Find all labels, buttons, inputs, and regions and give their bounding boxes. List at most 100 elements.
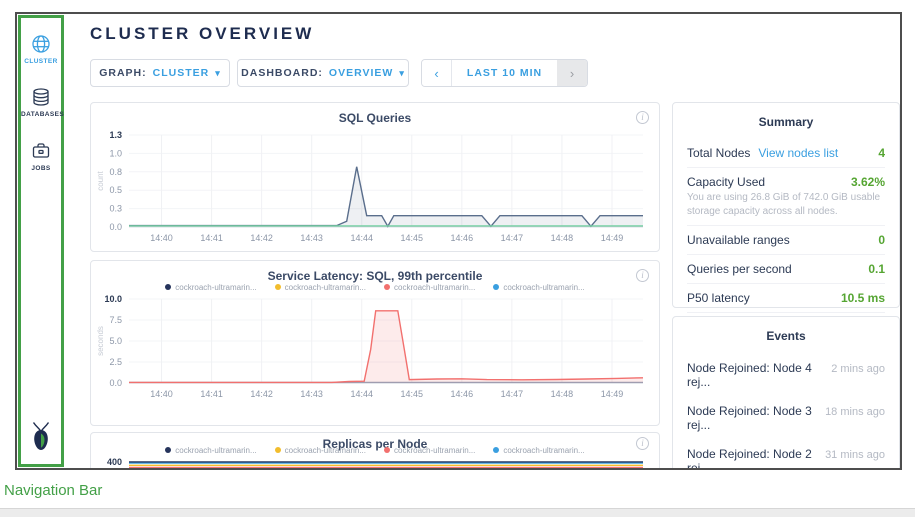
events-panel: Events Node Rejoined: Node 4 rej... 2 mi… (672, 316, 900, 470)
summary-label: Total Nodes (687, 146, 750, 160)
sidebar-item-cluster[interactable]: CLUSTER (21, 33, 61, 65)
svg-text:0.5: 0.5 (109, 185, 122, 195)
svg-text:14:40: 14:40 (150, 389, 173, 399)
sidebar-item-label: DATABASES (21, 111, 61, 118)
svg-text:14:43: 14:43 (300, 389, 323, 399)
page-title: CLUSTER OVERVIEW (90, 24, 314, 44)
event-label: Node Rejoined: Node 3 rej... (687, 404, 817, 432)
time-range-label: LAST 10 MIN (452, 60, 557, 86)
sidebar-item-label: CLUSTER (21, 58, 61, 65)
svg-text:14:45: 14:45 (401, 389, 424, 399)
svg-text:14:49: 14:49 (601, 389, 624, 399)
svg-text:14:42: 14:42 (250, 233, 273, 243)
legend-dot (165, 447, 171, 453)
svg-text:0.0: 0.0 (109, 378, 122, 388)
svg-text:14:44: 14:44 (350, 233, 373, 243)
summary-row-total-nodes: Total Nodes View nodes list 4 (687, 139, 885, 168)
sql-queries-chart-card: SQL Queries i 0.00.30.50.81.01.314:4014:… (90, 102, 660, 252)
sidebar-item-databases[interactable]: DATABASES (21, 86, 61, 118)
capacity-note: You are using 26.8 GiB of 742.0 GiB usab… (687, 191, 885, 226)
svg-text:14:41: 14:41 (200, 389, 223, 399)
legend-dot (275, 284, 281, 290)
summary-value: 10.5 ms (841, 291, 885, 305)
service-latency-chart-card: Service Latency: SQL, 99th percentile i … (90, 260, 660, 426)
cockroachdb-logo[interactable] (21, 421, 61, 456)
summary-title: Summary (687, 113, 885, 139)
summary-row: Unavailable ranges 0 (687, 226, 885, 255)
event-label: Node Rejoined: Node 2 rej... (687, 447, 817, 471)
annotation-label: Navigation Bar (4, 482, 102, 499)
sidebar-item-jobs[interactable]: JOBS (21, 140, 61, 172)
summary-value: 3.62% (851, 175, 885, 189)
time-next-button[interactable]: › (557, 60, 587, 86)
info-icon[interactable]: i (636, 111, 649, 124)
legend-dot (493, 447, 499, 453)
svg-text:14:40: 14:40 (150, 233, 173, 243)
summary-label: Capacity Used (687, 175, 765, 189)
summary-label: Unavailable ranges (687, 233, 790, 247)
legend-item: cockroach-ultramarin... (275, 446, 366, 455)
chart-legend: cockroach-ultramarin... cockroach-ultrama… (91, 446, 659, 455)
info-icon[interactable]: i (636, 269, 649, 282)
svg-text:400: 400 (107, 457, 122, 467)
legend-dot (384, 447, 390, 453)
navigation-bar: CLUSTER DATABASES JOBS (18, 15, 64, 467)
svg-text:7.5: 7.5 (109, 315, 122, 325)
svg-text:2.5: 2.5 (109, 357, 122, 367)
screenshot-stage: CLUSTER DATABASES JOBS (0, 0, 915, 517)
legend-item: cockroach-ultramarin... (493, 446, 584, 455)
svg-text:14:45: 14:45 (401, 233, 424, 243)
globe-icon (30, 33, 52, 55)
legend-dot (165, 284, 171, 290)
dashboard-dropdown-value: OVERVIEW (329, 67, 393, 79)
svg-text:14:48: 14:48 (551, 389, 574, 399)
svg-text:14:43: 14:43 (300, 233, 323, 243)
chart-title: SQL Queries (91, 111, 659, 125)
briefcase-icon (30, 140, 52, 162)
service-latency-plot: 0.02.55.07.510.014:4014:4114:4214:4314:4… (93, 291, 659, 417)
view-nodes-list-link[interactable]: View nodes list (758, 146, 838, 160)
sidebar-item-label: JOBS (21, 165, 61, 172)
legend-item: cockroach-ultramarin... (384, 446, 475, 455)
sql-queries-plot: 0.00.30.50.81.01.314:4014:4114:4214:4314… (93, 125, 659, 247)
svg-text:5.0: 5.0 (109, 336, 122, 346)
time-range-selector: ‹ LAST 10 MIN › (421, 59, 588, 87)
summary-row: P50 latency 10.5 ms (687, 284, 885, 313)
svg-text:14:46: 14:46 (451, 233, 474, 243)
chevron-down-icon: ▾ (215, 68, 221, 79)
dashboard-dropdown-label: DASHBOARD: (241, 67, 323, 79)
replicas-per-node-plot: 400 (93, 455, 659, 470)
time-prev-button[interactable]: ‹ (422, 60, 452, 86)
legend-item: cockroach-ultramarin... (165, 446, 256, 455)
replicas-per-node-chart-card: Replicas per Node i cockroach-ultramarin… (90, 432, 660, 470)
svg-text:seconds: seconds (96, 326, 105, 356)
event-row: Node Rejoined: Node 2 rej... 31 mins ago (687, 439, 885, 470)
svg-text:14:42: 14:42 (250, 389, 273, 399)
svg-text:1.3: 1.3 (109, 130, 122, 140)
event-time: 31 mins ago (825, 449, 885, 461)
chart-title: Service Latency: SQL, 99th percentile (91, 269, 659, 283)
svg-text:count: count (96, 170, 105, 190)
graph-dropdown[interactable]: GRAPH: CLUSTER ▾ (90, 59, 230, 87)
svg-text:1.0: 1.0 (109, 148, 122, 158)
bottom-strip (0, 508, 915, 517)
events-title: Events (687, 327, 885, 353)
svg-text:14:49: 14:49 (601, 233, 624, 243)
svg-text:14:47: 14:47 (501, 233, 524, 243)
legend-dot (384, 284, 390, 290)
svg-text:14:48: 14:48 (551, 233, 574, 243)
svg-text:14:47: 14:47 (501, 389, 524, 399)
summary-value: 4 (878, 146, 885, 160)
summary-label: P50 latency (687, 291, 750, 305)
summary-value: 0 (878, 233, 885, 247)
chevron-down-icon: ▾ (399, 68, 405, 79)
event-label: Node Rejoined: Node 4 rej... (687, 361, 823, 389)
svg-text:0.8: 0.8 (109, 167, 122, 177)
event-time: 18 mins ago (825, 406, 885, 418)
graph-dropdown-value: CLUSTER (153, 67, 210, 79)
database-icon (30, 86, 52, 108)
graph-dropdown-label: GRAPH: (99, 67, 146, 79)
svg-text:14:46: 14:46 (451, 389, 474, 399)
dashboard-dropdown[interactable]: DASHBOARD: OVERVIEW ▾ (237, 59, 409, 87)
legend-dot (275, 447, 281, 453)
